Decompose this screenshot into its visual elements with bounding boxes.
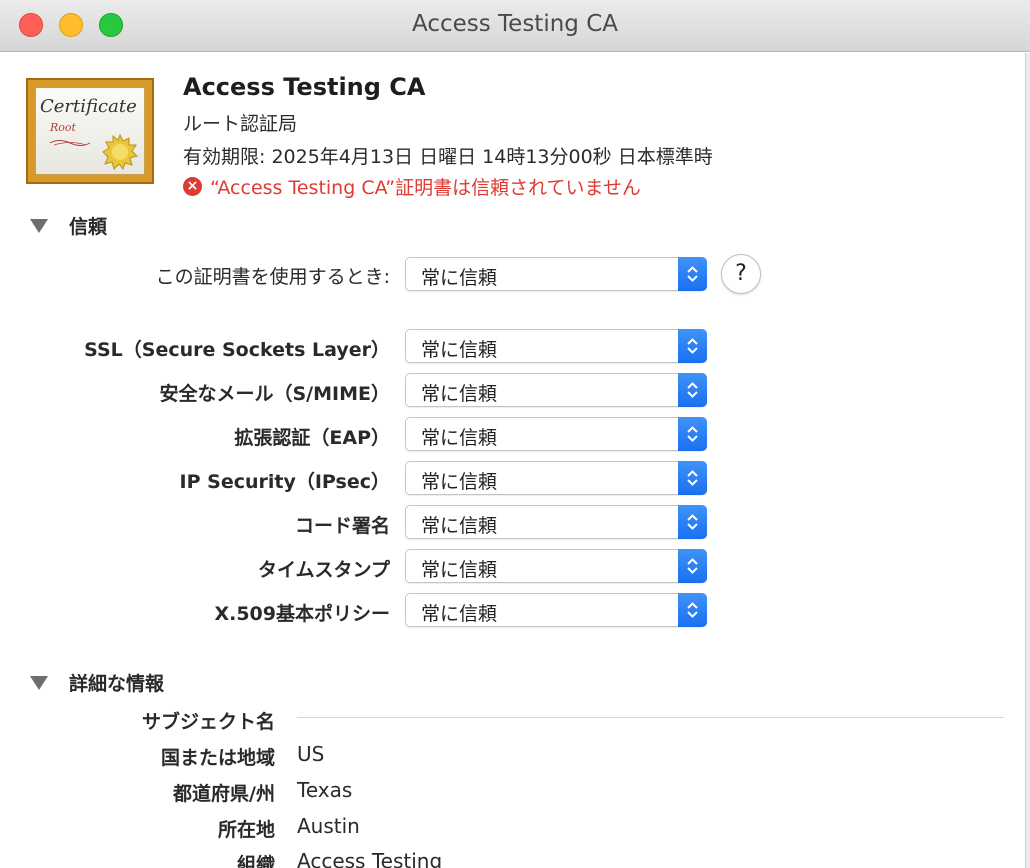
popup-value: 常に信頼 xyxy=(421,339,498,361)
title-bar: Access Testing CA xyxy=(0,0,1030,52)
trust-section-toggle[interactable]: 信頼 xyxy=(30,212,107,239)
eap-trust-popup[interactable]: 常に信頼 xyxy=(405,417,707,451)
window-title: Access Testing CA xyxy=(411,11,618,37)
trust-row-label: 安全なメール（S/MIME） xyxy=(159,383,391,405)
popup-value: 常に信頼 xyxy=(421,383,498,405)
ssl-trust-popup[interactable]: 常に信頼 xyxy=(405,329,707,363)
detail-field-value: US xyxy=(297,742,325,766)
detail-field-label: 組織 xyxy=(236,854,275,868)
popup-value: 常に信頼 xyxy=(421,603,498,625)
updown-chevron-icon xyxy=(678,593,707,627)
popup-value: 常に信頼 xyxy=(421,559,498,581)
detail-field-value: Texas xyxy=(297,778,353,802)
updown-chevron-icon xyxy=(678,505,707,539)
certificate-name: Access Testing CA xyxy=(183,73,426,101)
flourish-icon xyxy=(49,140,91,146)
when-using-popup[interactable]: 常に信頼 xyxy=(405,257,707,291)
popup-value: 常に信頼 xyxy=(421,471,498,493)
divider xyxy=(297,717,1004,718)
error-icon: × xyxy=(183,177,202,196)
detail-field-label: 都道府県/州 xyxy=(173,783,275,805)
popup-value: 常に信頼 xyxy=(421,427,498,449)
certificate-type: ルート認証局 xyxy=(183,113,298,135)
trust-warning: × “Access Testing CA”証明書は信頼されていません xyxy=(183,173,641,200)
updown-chevron-icon xyxy=(678,329,707,363)
updown-chevron-icon xyxy=(678,257,707,291)
disclosure-triangle-icon xyxy=(30,218,48,233)
certificate-panel: Certificate Root Access Testing CA ルート認証… xyxy=(0,53,1030,868)
smime-trust-popup[interactable]: 常に信頼 xyxy=(405,373,707,407)
certificate-icon-script: Certificate xyxy=(40,96,137,117)
updown-chevron-icon xyxy=(678,549,707,583)
trust-row-label: 拡張認証（EAP） xyxy=(234,427,390,449)
certificate-icon-root: Root xyxy=(50,121,76,134)
detail-field-label: 所在地 xyxy=(217,819,275,841)
details-section-toggle[interactable]: 詳細な情報 xyxy=(30,669,164,696)
details-section-label: 詳細な情報 xyxy=(69,673,165,695)
trust-row-label: X.509基本ポリシー xyxy=(214,603,390,625)
trust-row-label: IP Security（IPsec） xyxy=(179,471,390,493)
trust-section-label: 信頼 xyxy=(69,216,108,238)
trust-row-label: コード署名 xyxy=(294,515,390,537)
disclosure-triangle-icon xyxy=(30,675,48,690)
help-icon: ? xyxy=(735,261,747,286)
updown-chevron-icon xyxy=(678,373,707,407)
certificate-expiry: 有効期限: 2025年4月13日 日曜日 14時13分00秒 日本標準時 xyxy=(183,146,713,168)
popup-value: 常に信頼 xyxy=(421,267,498,289)
certificate-icon: Certificate Root xyxy=(26,78,154,184)
trust-row-label: タイムスタンプ xyxy=(257,559,390,581)
detail-field-label: 国または地域 xyxy=(160,747,275,769)
trust-warning-text: “Access Testing CA”証明書は信頼されていません xyxy=(210,177,641,199)
x509-trust-popup[interactable]: 常に信頼 xyxy=(405,593,707,627)
help-button[interactable]: ? xyxy=(721,254,761,294)
detail-field-value: Access Testing xyxy=(297,849,443,868)
when-using-label: この証明書を使用するとき: xyxy=(155,266,390,288)
detail-field-value: Austin xyxy=(297,814,360,838)
ipsec-trust-popup[interactable]: 常に信頼 xyxy=(405,461,707,495)
code-signing-trust-popup[interactable]: 常に信頼 xyxy=(405,505,707,539)
subject-name-heading: サブジェクト名 xyxy=(141,711,275,733)
timestamp-trust-popup[interactable]: 常に信頼 xyxy=(405,549,707,583)
seal-icon xyxy=(102,134,138,170)
updown-chevron-icon xyxy=(678,417,707,451)
trust-row-label: SSL（Secure Sockets Layer） xyxy=(84,339,390,361)
popup-value: 常に信頼 xyxy=(421,515,498,537)
window-edge xyxy=(1025,53,1030,868)
updown-chevron-icon xyxy=(678,461,707,495)
